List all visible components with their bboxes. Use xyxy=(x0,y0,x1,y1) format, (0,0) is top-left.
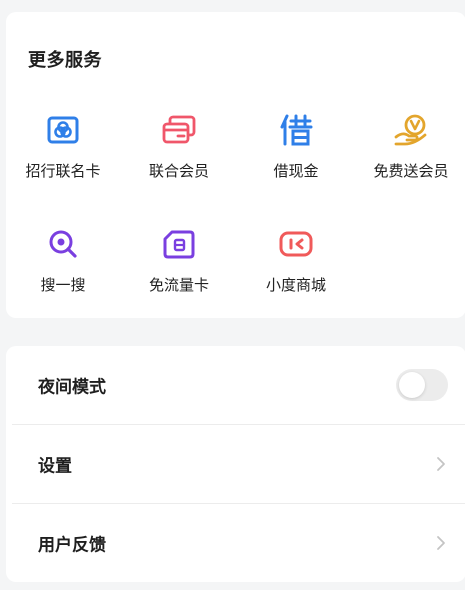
toggle-knob xyxy=(399,371,425,398)
sim-card-icon xyxy=(161,226,197,262)
settings-label: 设置 xyxy=(38,456,72,476)
borrow-char-icon xyxy=(278,112,314,148)
chevron-right-icon xyxy=(437,535,445,550)
settings-row[interactable]: 设置 xyxy=(12,425,465,502)
service-label: 借现金 xyxy=(273,162,319,180)
night-mode-label: 夜间模式 xyxy=(38,377,106,397)
service-label: 搜一搜 xyxy=(40,276,86,294)
search-icon xyxy=(45,226,81,262)
service-label: 免费送会员 xyxy=(373,162,449,180)
service-label: 联合会员 xyxy=(148,162,209,180)
section-title: 更多服务 xyxy=(28,50,102,71)
feedback-row[interactable]: 用户反馈 xyxy=(12,504,465,581)
service-item-free-vip[interactable]: 免费送会员 xyxy=(356,112,465,192)
service-item-borrow-cash[interactable]: 借现金 xyxy=(241,112,351,192)
service-item-free-data-card[interactable]: 免流量卡 xyxy=(124,226,234,306)
service-item-search[interactable]: 搜一搜 xyxy=(8,226,118,306)
chevron-right-icon xyxy=(437,456,445,471)
more-services-card: 更多服务 招行联名卡 联合会员 借现金 免费送会员 搜一搜 免流量卡 小度商城 xyxy=(6,12,465,318)
settings-card: 夜间模式 设置 用户反馈 xyxy=(6,346,465,582)
service-label: 小度商城 xyxy=(265,276,326,294)
night-mode-row: 夜间模式 xyxy=(12,346,465,423)
shop-icon xyxy=(278,226,314,262)
service-item-cmb-card[interactable]: 招行联名卡 xyxy=(8,112,118,192)
bank-card-icon xyxy=(45,112,81,148)
service-item-joint-member[interactable]: 联合会员 xyxy=(124,112,234,192)
service-label: 招行联名卡 xyxy=(25,162,101,180)
member-cards-icon xyxy=(161,112,197,148)
service-label: 免流量卡 xyxy=(148,276,209,294)
feedback-label: 用户反馈 xyxy=(38,535,106,555)
night-mode-toggle[interactable] xyxy=(396,368,448,401)
service-item-xiaodu-shop[interactable]: 小度商城 xyxy=(241,226,351,306)
vip-hand-icon xyxy=(393,112,429,148)
